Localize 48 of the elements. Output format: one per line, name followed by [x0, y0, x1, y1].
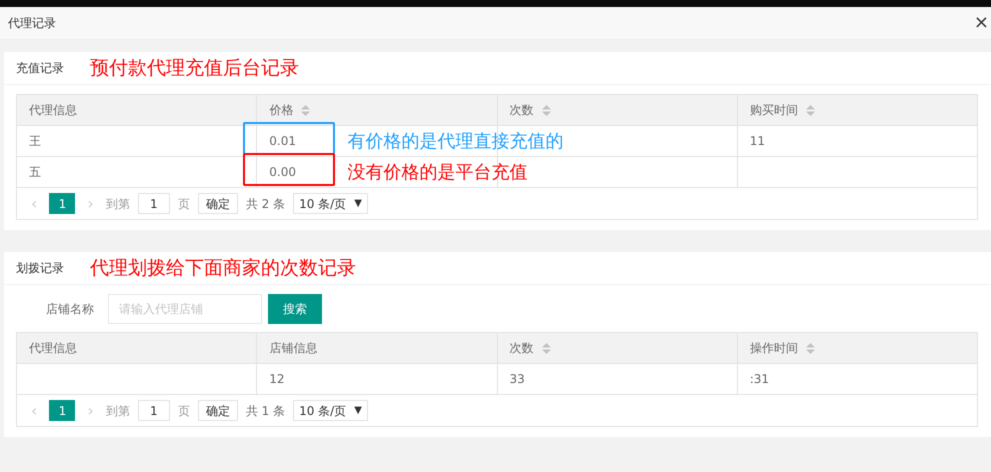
column-header: 次数: [497, 332, 738, 364]
confirm-button[interactable]: 确定: [198, 400, 238, 421]
column-header: 代理信息: [16, 94, 257, 126]
table-cell: :31: [750, 372, 770, 386]
table-cell: 王: [29, 134, 41, 148]
table-cell: 33: [510, 372, 525, 386]
page-size-select[interactable]: 10 条/页 ▼: [293, 400, 368, 421]
confirm-button[interactable]: 确定: [198, 193, 238, 214]
search-field[interactable]: 请输入代理店铺: [108, 294, 262, 324]
sort-icon[interactable]: [542, 343, 550, 354]
section-title: 充值记录: [16, 60, 64, 77]
page-button[interactable]: 1: [49, 400, 76, 421]
table-cell: 五: [29, 165, 41, 179]
column-header: 次数: [497, 94, 738, 126]
field-label: 店铺名称: [45, 301, 95, 318]
column-header: 价格: [256, 94, 497, 126]
window-title: 代理记录: [8, 15, 56, 32]
table-cell: 11: [750, 134, 766, 148]
page-input[interactable]: 1: [138, 193, 170, 214]
annotation-text: 没有价格的是平台充值: [347, 161, 528, 185]
sort-icon[interactable]: [806, 343, 815, 354]
sort-icon[interactable]: [806, 105, 815, 116]
sort-icon[interactable]: [542, 105, 550, 116]
table-cell: 0.01: [269, 134, 296, 148]
page-size-select[interactable]: 10 条/页 ▼: [293, 193, 368, 214]
annotation-text: 有价格的是代理直接充值的: [347, 130, 564, 154]
column-header: 购买时间: [737, 94, 978, 126]
table-cell: 12: [269, 372, 285, 386]
table-cell: 0.00: [269, 165, 296, 179]
goto-label: 到第: [106, 402, 130, 420]
section-title: 划拨记录: [16, 260, 64, 277]
page-label: 页: [178, 402, 190, 420]
column-header: 店铺信息: [256, 332, 497, 364]
sort-icon[interactable]: [301, 105, 310, 116]
goto-label: 到第: [106, 196, 130, 212]
annotation-text: 预付款代理充值后台记录: [90, 56, 299, 81]
page-button[interactable]: 1: [49, 193, 76, 214]
total-count: 共 1 条: [246, 402, 286, 420]
caret-icon: ▼: [354, 196, 362, 211]
total-count: 共 2 条: [246, 196, 286, 212]
caret-icon: ▼: [354, 403, 362, 418]
search-button[interactable]: 搜索: [268, 294, 322, 324]
column-header: 操作时间: [737, 332, 978, 364]
close-button[interactable]: ×: [972, 14, 991, 32]
column-header: 代理信息: [16, 332, 257, 364]
page-input[interactable]: 1: [138, 400, 170, 421]
annotation-text: 代理划拨给下面商家的次数记录: [90, 256, 356, 281]
page-label: 页: [178, 196, 190, 212]
